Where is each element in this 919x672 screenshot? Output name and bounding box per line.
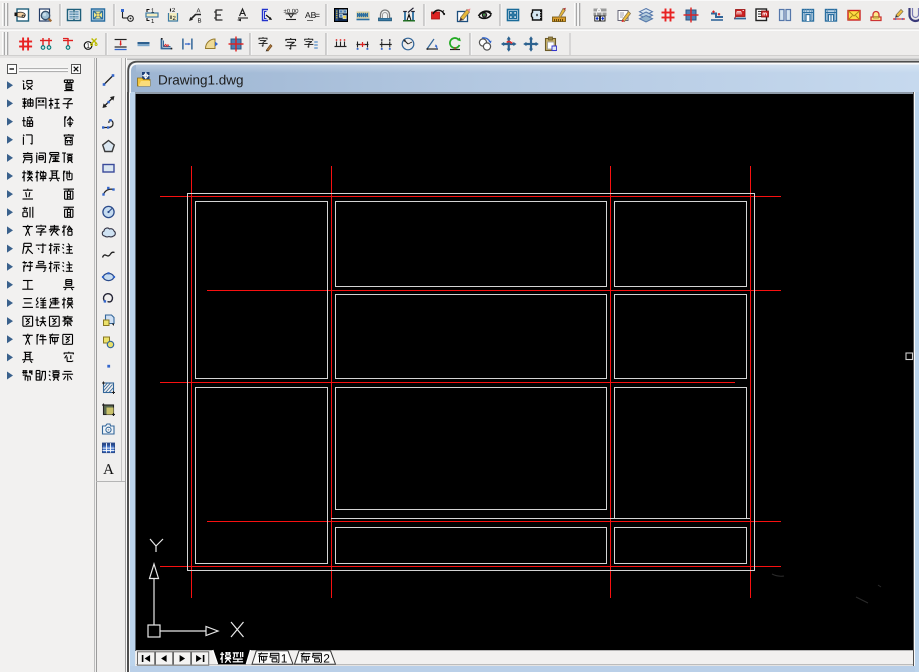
svg-text:A: A xyxy=(197,8,201,15)
svg-text:2: 2 xyxy=(323,652,330,666)
svg-text:B: B xyxy=(198,18,202,25)
svg-text:=: = xyxy=(315,10,320,20)
svg-text:2: 2 xyxy=(172,7,176,14)
svg-text:1: 1 xyxy=(151,18,155,25)
svg-text:1: 1 xyxy=(281,652,288,666)
svg-text:Drawing1.dwg: Drawing1.dwg xyxy=(158,73,244,88)
svg-text:A: A xyxy=(103,462,114,478)
svg-text:1: 1 xyxy=(86,43,90,50)
